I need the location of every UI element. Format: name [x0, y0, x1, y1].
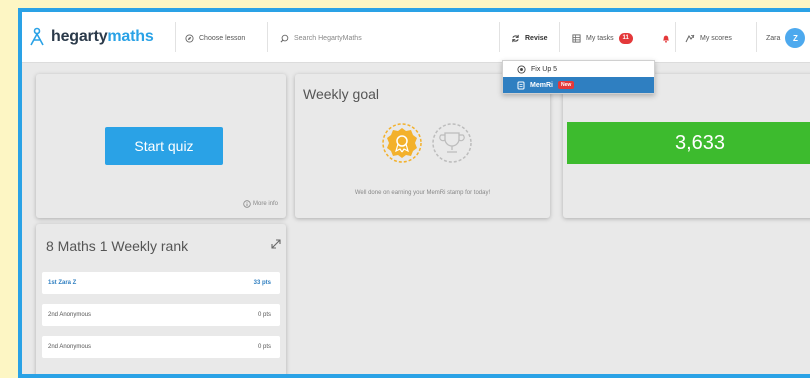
- weekly-goal-card: Weekly goal Well done on earning your Me…: [295, 74, 550, 218]
- logo[interactable]: hegartymaths: [28, 26, 154, 48]
- app-frame: hegartymaths Choose lesson Search Hegart…: [18, 8, 810, 378]
- tasks-count-badge: 11: [618, 32, 633, 44]
- divider: [499, 22, 500, 52]
- start-quiz-card: Start quiz More info: [36, 74, 286, 218]
- divider: [559, 22, 560, 52]
- my-scores-label: My scores: [700, 34, 732, 42]
- logo-text: hegartymaths: [51, 28, 154, 46]
- menu-item-memri[interactable]: MemRi New: [503, 77, 654, 93]
- score-card: 3,633: [563, 74, 810, 218]
- weekly-goal-title: Weekly goal: [303, 86, 380, 102]
- notifications-button[interactable]: [662, 29, 675, 47]
- search-input[interactable]: Search HegartyMaths: [280, 29, 362, 47]
- logo-icon: [30, 27, 44, 46]
- rank-points: 0 pts: [257, 344, 271, 350]
- my-tasks-button[interactable]: My tasks 11: [572, 29, 633, 47]
- revise-dropdown: Fix Up 5 MemRi New: [502, 60, 655, 94]
- user-name: Zara: [766, 34, 781, 42]
- new-badge: New: [557, 81, 575, 89]
- menu-item-fix-up-5[interactable]: Fix Up 5: [503, 61, 654, 77]
- divider: [675, 22, 676, 52]
- menu-item-label: Fix Up 5: [531, 65, 558, 73]
- rank-name: 2nd Anonymous: [48, 312, 92, 318]
- more-info-link[interactable]: More info: [243, 200, 278, 208]
- menu-item-label: MemRi: [530, 81, 553, 89]
- tasks-icon: [572, 33, 581, 43]
- rank-name: 2nd Anonymous: [48, 344, 92, 350]
- memri-icon: [517, 81, 525, 89]
- info-icon: [243, 200, 251, 208]
- memri-stamp-icon: [382, 123, 422, 163]
- divider: [756, 22, 757, 52]
- rank-points: 0 pts: [257, 312, 271, 318]
- rank-row[interactable]: 2nd Anonymous 0 pts: [42, 336, 280, 358]
- rank-row[interactable]: 1st Zara Z 33 pts: [42, 272, 280, 294]
- search-icon: [280, 34, 289, 42]
- weekly-rank-card: 8 Maths 1 Weekly rank 1st Zara Z 33 pts …: [36, 224, 286, 374]
- refresh-icon: [512, 34, 519, 42]
- revise-menu-button[interactable]: Revise: [511, 29, 548, 47]
- top-navbar: hegartymaths Choose lesson Search Hegart…: [22, 12, 810, 63]
- user-menu-button[interactable]: Zara Z: [766, 28, 806, 48]
- trophy-icon: [432, 123, 472, 163]
- avatar: Z: [785, 28, 806, 48]
- scores-icon: [685, 34, 695, 42]
- start-quiz-button[interactable]: Start quiz: [105, 127, 223, 165]
- bell-icon: [663, 35, 669, 43]
- compass-icon: [185, 33, 194, 43]
- logo-text-part2: maths: [107, 28, 154, 45]
- rank-points: 33 pts: [253, 280, 271, 286]
- choose-lesson-label: Choose lesson: [199, 34, 246, 42]
- logo-text-part1: hegarty: [51, 28, 108, 45]
- expand-icon[interactable]: [270, 238, 282, 250]
- fixup-icon: [517, 64, 526, 74]
- choose-lesson-button[interactable]: Choose lesson: [185, 29, 245, 47]
- my-scores-button[interactable]: My scores: [685, 29, 732, 47]
- my-tasks-label: My tasks: [586, 34, 614, 42]
- app-viewport: hegartymaths Choose lesson Search Hegart…: [22, 12, 810, 374]
- revise-label: Revise: [525, 34, 548, 42]
- weekly-goal-message: Well done on earning your MemRi stamp fo…: [354, 190, 491, 196]
- rank-row[interactable]: 2nd Anonymous 0 pts: [42, 304, 280, 326]
- score-value: 3,633: [567, 122, 810, 164]
- rank-name: 1st Zara Z: [48, 280, 77, 286]
- more-info-label: More info: [252, 201, 278, 207]
- divider: [267, 22, 268, 52]
- weekly-rank-title: 8 Maths 1 Weekly rank: [46, 238, 189, 254]
- search-placeholder: Search HegartyMaths: [294, 34, 362, 42]
- divider: [175, 22, 176, 52]
